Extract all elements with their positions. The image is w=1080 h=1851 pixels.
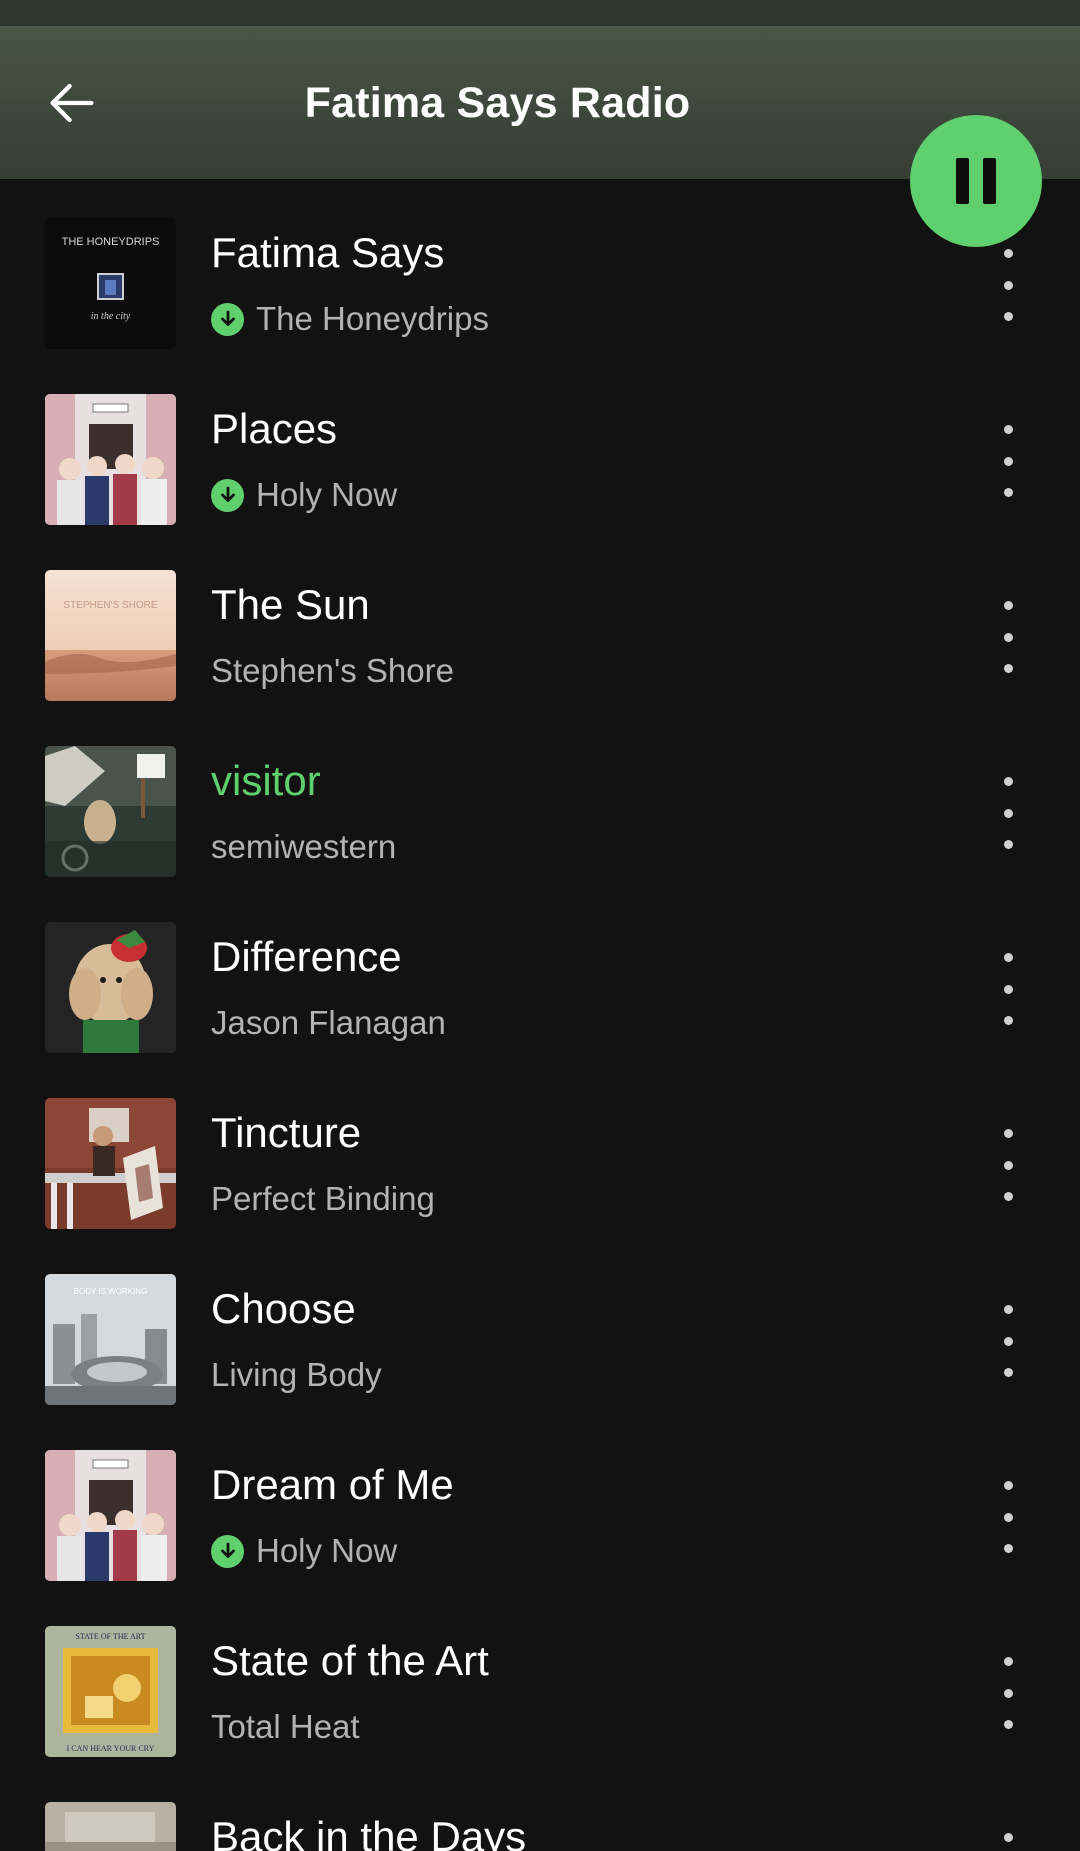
track-meta: Perfect Binding bbox=[211, 1177, 435, 1221]
track-meta: The Honeydrips bbox=[211, 297, 489, 341]
track-row[interactable]: STATE OF THE ART I CAN HEAR YOUR CRY Sta… bbox=[0, 1587, 1080, 1763]
pause-button[interactable] bbox=[910, 115, 1042, 247]
track-artist: Total Heat bbox=[211, 1708, 360, 1745]
track-row[interactable]: Dream of Me Holy Now bbox=[0, 1411, 1080, 1587]
track-row[interactable]: Difference Jason Flanagan bbox=[0, 883, 1080, 1059]
more-options-icon[interactable] bbox=[990, 1305, 1026, 1377]
track-title: Back in the Days bbox=[211, 1813, 527, 1851]
art-text: STEPHEN'S SHORE bbox=[63, 600, 157, 611]
track-title: Tincture bbox=[211, 1109, 362, 1156]
album-art: THE HONEYDRIPS in the city bbox=[45, 218, 176, 349]
album-art bbox=[45, 922, 176, 1053]
pause-icon bbox=[956, 158, 969, 204]
track-row[interactable]: Tincture Perfect Binding bbox=[0, 1059, 1080, 1235]
track-row-playing[interactable]: visitor semiwestern bbox=[0, 707, 1080, 883]
art-text: THE HONEYDRIPS bbox=[62, 236, 160, 248]
track-row[interactable]: Back in the Days bbox=[0, 1763, 1080, 1851]
track-meta: Holy Now bbox=[211, 1529, 397, 1573]
album-art bbox=[45, 746, 176, 877]
track-artist: Stephen's Shore bbox=[211, 652, 454, 689]
track-title: The Sun bbox=[211, 581, 370, 628]
more-options-icon[interactable] bbox=[990, 1481, 1026, 1553]
more-options-icon[interactable] bbox=[990, 953, 1026, 1025]
screen: Fatima Says Radio THE HONEYDRIPS in the … bbox=[0, 0, 1080, 1851]
track-title: Difference bbox=[211, 933, 402, 980]
more-options-icon[interactable] bbox=[990, 1129, 1026, 1201]
more-options-icon[interactable] bbox=[990, 425, 1026, 497]
downloaded-icon bbox=[211, 302, 244, 336]
track-meta: Jason Flanagan bbox=[211, 1001, 446, 1045]
track-title: Fatima Says bbox=[211, 229, 445, 276]
track-meta: semiwestern bbox=[211, 825, 396, 869]
status-bar bbox=[0, 0, 1080, 26]
track-meta: Living Body bbox=[211, 1353, 382, 1397]
track-title: Places bbox=[211, 405, 338, 452]
art-subtext: I CAN HEAR YOUR CRY bbox=[67, 1744, 155, 1753]
album-art: BODY IS WORKING bbox=[45, 1274, 176, 1405]
track-artist: Holy Now bbox=[256, 476, 398, 513]
art-text: BODY IS WORKING bbox=[74, 1287, 148, 1296]
more-options-icon[interactable] bbox=[990, 1833, 1026, 1851]
track-artist: Holy Now bbox=[256, 1532, 398, 1569]
track-title: Choose bbox=[211, 1285, 356, 1332]
page-title: Fatima Says Radio bbox=[304, 79, 691, 127]
art-subtext: in the city bbox=[91, 311, 131, 322]
more-options-icon[interactable] bbox=[990, 1657, 1026, 1729]
track-title: State of the Art bbox=[211, 1637, 489, 1684]
album-art bbox=[45, 394, 176, 525]
track-artist: Living Body bbox=[211, 1356, 382, 1393]
track-title: visitor bbox=[211, 757, 321, 804]
album-art bbox=[45, 1098, 176, 1229]
more-options-icon[interactable] bbox=[990, 777, 1026, 849]
track-row[interactable]: BODY IS WORKING Choose Living Body bbox=[0, 1235, 1080, 1411]
track-artist: Jason Flanagan bbox=[211, 1004, 446, 1041]
album-art: STATE OF THE ART I CAN HEAR YOUR CRY bbox=[45, 1626, 176, 1757]
track-title: Dream of Me bbox=[211, 1461, 454, 1508]
art-text: STATE OF THE ART bbox=[75, 1632, 145, 1641]
track-meta: Total Heat bbox=[211, 1705, 360, 1749]
track-meta: Stephen's Shore bbox=[211, 649, 454, 693]
track-artist: The Honeydrips bbox=[256, 300, 489, 337]
album-art bbox=[45, 1802, 176, 1851]
track-row[interactable]: STEPHEN'S SHORE The Sun Stephen's Shore bbox=[0, 531, 1080, 707]
track-artist: semiwestern bbox=[211, 828, 397, 865]
downloaded-icon bbox=[211, 1534, 244, 1568]
album-art bbox=[45, 1450, 176, 1581]
album-art: STEPHEN'S SHORE bbox=[45, 570, 176, 701]
more-options-icon[interactable] bbox=[990, 249, 1026, 321]
pause-icon-bar bbox=[983, 158, 996, 204]
downloaded-icon bbox=[211, 478, 244, 512]
track-row[interactable]: Places Holy Now bbox=[0, 355, 1080, 531]
more-options-icon[interactable] bbox=[990, 601, 1026, 673]
track-artist: Perfect Binding bbox=[211, 1180, 435, 1217]
track-meta: Holy Now bbox=[211, 473, 397, 517]
